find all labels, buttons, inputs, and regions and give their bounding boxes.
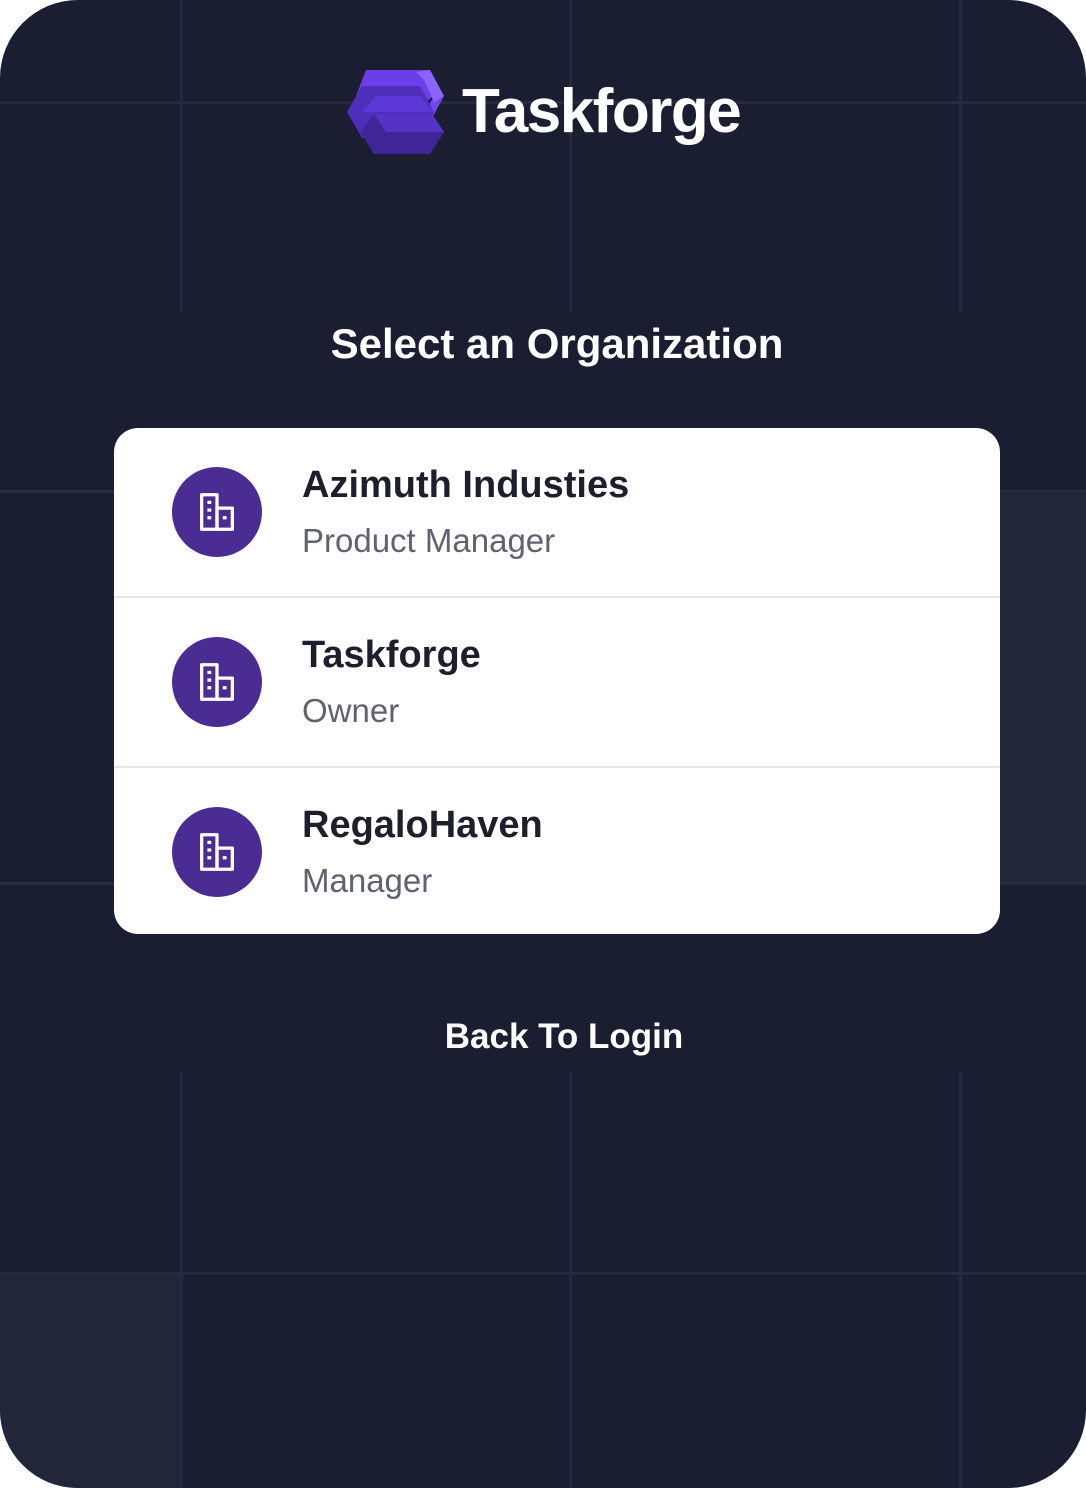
organization-item-regalohaven[interactable]: RegaloHaven Manager (114, 766, 1000, 934)
org-role: Manager (302, 862, 433, 899)
building-icon (200, 663, 234, 701)
org-text: Azimuth Industies Product Manager (302, 461, 629, 563)
org-avatar (172, 807, 262, 897)
org-avatar (172, 467, 262, 557)
org-name: Taskforge (302, 634, 481, 676)
org-name: RegaloHaven (302, 804, 543, 846)
taskforge-cube-logo-icon (347, 70, 444, 154)
organization-list: Azimuth Industies Product Manager Taskfo… (114, 428, 1000, 934)
org-text: Taskforge Owner (302, 631, 481, 733)
org-role: Product Manager (302, 522, 556, 559)
grid-cell-highlight (0, 1274, 180, 1488)
organization-item-taskforge[interactable]: Taskforge Owner (114, 596, 1000, 766)
org-avatar (172, 637, 262, 727)
organization-item-azimuth-industies[interactable]: Azimuth Industies Product Manager (114, 428, 1000, 596)
brand-header: Taskforge (346, 66, 742, 158)
back-to-login-link[interactable]: Back To Login (0, 1014, 1086, 1060)
org-text: RegaloHaven Manager (302, 801, 543, 903)
org-role: Owner (302, 692, 400, 729)
building-icon (200, 833, 234, 871)
org-name: Azimuth Industies (302, 464, 630, 506)
building-icon (200, 493, 234, 531)
grid-line (0, 1272, 1086, 1275)
page-title: Select an Organization (330, 320, 784, 367)
app-name: Taskforge (462, 77, 742, 146)
app-screen: Taskforge Select an Organization Azimuth… (0, 0, 1086, 1488)
